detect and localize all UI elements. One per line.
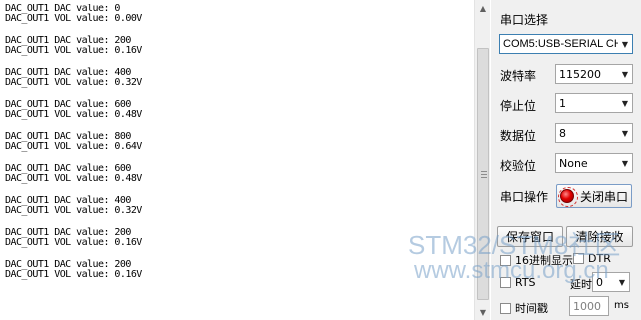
port-operation-label: 串口操作 [500, 190, 549, 204]
port-select[interactable]: COM5:USB-SERIAL CH34 ▼ [499, 34, 633, 54]
output-line: DAC_OUT1 VOL value: 0.64V [5, 141, 142, 152]
stop-bits-label: 停止位 [500, 99, 537, 113]
parity-label: 校验位 [500, 159, 537, 173]
parity-select[interactable]: None ▼ [555, 153, 633, 173]
output-line: DAC_OUT1 VOL value: 0.00V [5, 13, 142, 24]
output-line: DAC_OUT1 VOL value: 0.32V [5, 205, 142, 216]
port-select-value: COM5:USB-SERIAL CH34 [503, 38, 618, 50]
scroll-up-icon[interactable]: ▲ [475, 0, 491, 16]
site-watermark: STM32/STM8社区 www.stmcu.org.cn [408, 232, 641, 320]
chevron-down-icon: ▼ [621, 98, 629, 108]
chevron-down-icon: ▼ [621, 69, 629, 79]
port-select-label: 串口选择 [500, 13, 549, 27]
grip-icon [481, 171, 487, 178]
data-bits-select[interactable]: 8 ▼ [555, 123, 633, 143]
chevron-down-icon: ▼ [621, 39, 629, 49]
output-line: DAC_OUT1 VOL value: 0.32V [5, 77, 142, 88]
stop-bits-value: 1 [559, 96, 566, 110]
chevron-down-icon: ▼ [621, 128, 629, 138]
stop-bits-select[interactable]: 1 ▼ [555, 93, 633, 113]
output-line: DAC_OUT1 VOL value: 0.48V [5, 109, 142, 120]
baud-rate-value: 115200 [559, 67, 601, 81]
status-led-icon [557, 187, 578, 207]
receive-text[interactable]: DAC_OUT1 DAC value: 0 DAC_OUT1 VOL value:… [5, 4, 471, 316]
output-line: DAC_OUT1 VOL value: 0.16V [5, 269, 142, 280]
output-line: DAC_OUT1 VOL value: 0.16V [5, 237, 142, 248]
data-bits-value: 8 [559, 126, 566, 140]
output-line: DAC_OUT1 VOL value: 0.48V [5, 173, 142, 184]
chevron-down-icon: ▼ [621, 158, 629, 168]
close-port-button-label: 关闭串口 [579, 189, 628, 204]
data-bits-label: 数据位 [500, 129, 537, 143]
watermark-line-2: www.stmcu.org.cn [414, 257, 609, 284]
watermark-line-1: STM32/STM8社区 [408, 230, 621, 260]
parity-value: None [559, 156, 588, 170]
baud-rate-label: 波特率 [500, 69, 537, 83]
close-port-button[interactable]: 关闭串口 [556, 184, 632, 208]
baud-rate-select[interactable]: 115200 ▼ [555, 64, 633, 84]
output-line: DAC_OUT1 VOL value: 0.16V [5, 45, 142, 56]
